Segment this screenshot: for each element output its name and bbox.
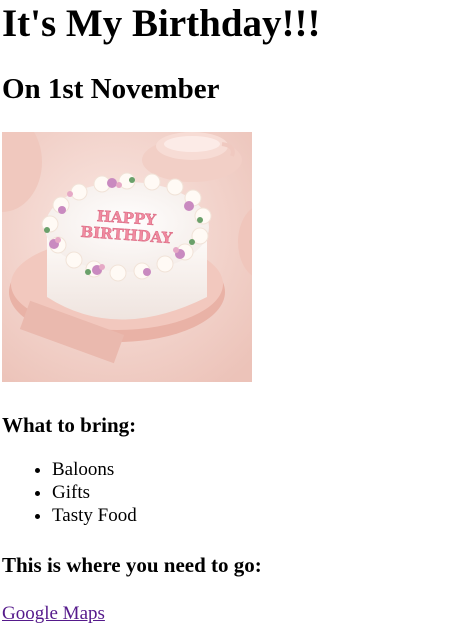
- birthday-page: It's My Birthday!!! On 1st November HAPP…: [0, 0, 465, 633]
- list-item: Tasty Food: [52, 504, 463, 527]
- page-title: It's My Birthday!!!: [2, 2, 321, 45]
- date-heading: On 1st November: [2, 73, 220, 105]
- bring-list: Baloons Gifts Tasty Food: [2, 458, 463, 527]
- birthday-cake-photo: HAPPY BIRTHDAY: [2, 132, 252, 382]
- what-to-bring-heading: What to bring:: [2, 413, 137, 437]
- location-heading: This is where you need to go:: [2, 553, 262, 577]
- google-maps-link[interactable]: Google Maps: [2, 602, 105, 625]
- list-item: Baloons: [52, 458, 463, 481]
- list-item: Gifts: [52, 481, 463, 504]
- cake-image: HAPPY BIRTHDAY: [2, 132, 252, 382]
